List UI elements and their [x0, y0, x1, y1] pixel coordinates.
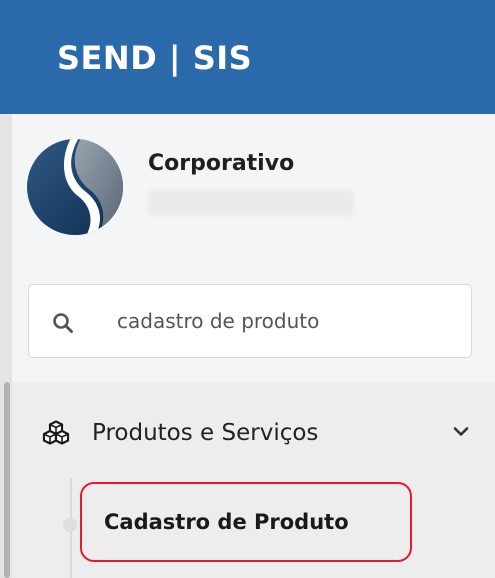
chevron-down-icon[interactable] — [452, 424, 470, 438]
menu-search-box[interactable] — [28, 284, 472, 358]
company-logo-icon[interactable] — [26, 138, 124, 236]
search-icon — [51, 311, 75, 335]
app-page: SEND | SIS Corporativo cadastro de produ… — [0, 0, 495, 578]
sidebar-scrollbar[interactable] — [4, 382, 10, 578]
menu-group-produtos-servicos[interactable]: Produtos e Serviços — [12, 408, 495, 458]
menu-search-input[interactable] — [117, 303, 457, 339]
menu-group-label: Produtos e Serviços — [92, 420, 319, 446]
submenu-item-label: Cadastro de Produto — [104, 510, 349, 534]
cubes-icon — [42, 420, 70, 446]
app-header: SEND | SIS — [0, 0, 495, 114]
account-detail-redacted — [148, 190, 354, 216]
submenu-item-cadastro-de-produto[interactable]: Cadastro de Produto — [80, 482, 412, 562]
app-brand-title[interactable]: SEND | SIS — [57, 38, 252, 78]
submenu-tree-bullet — [63, 518, 77, 532]
account-name: Corporativo — [148, 151, 295, 176]
